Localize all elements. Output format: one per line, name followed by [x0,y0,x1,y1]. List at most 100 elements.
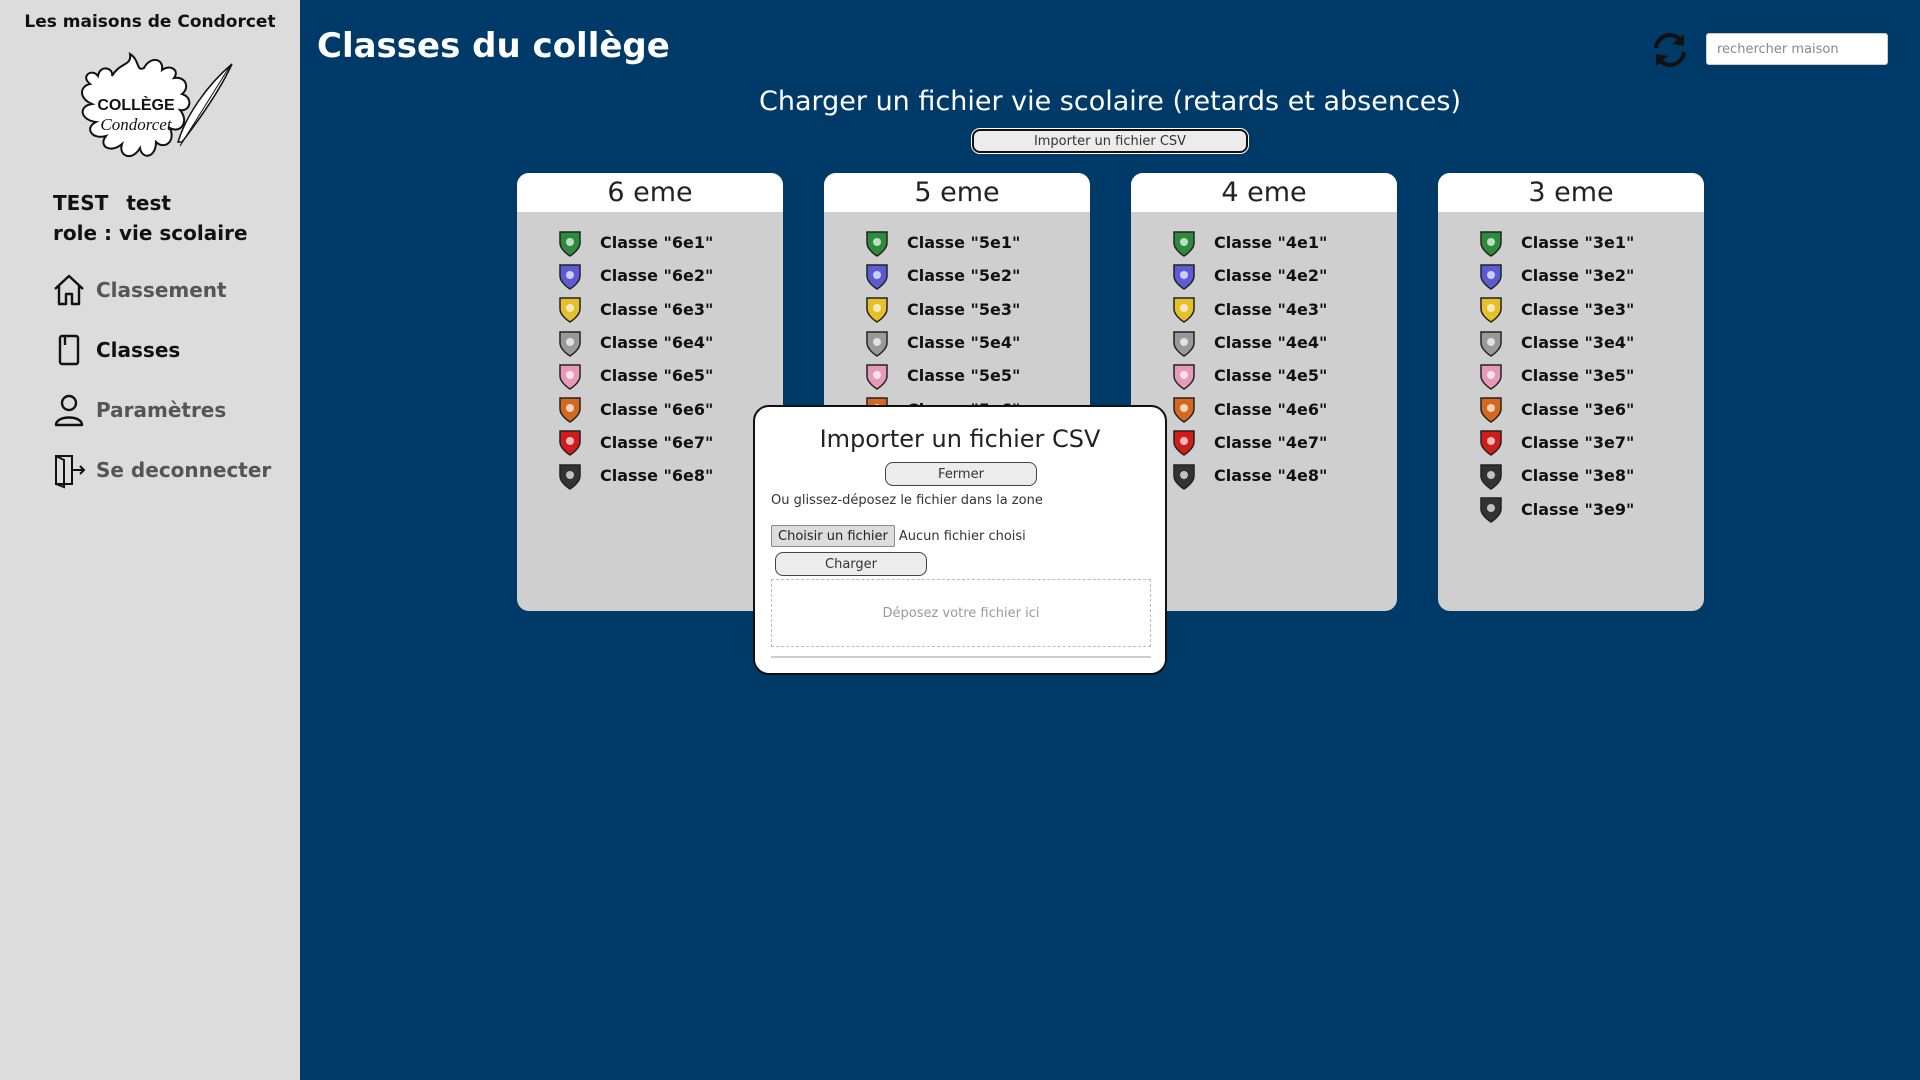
level-title: 5 eme [824,173,1090,212]
class-label: Classe "3e3" [1521,299,1635,319]
class-label: Classe "3e9" [1521,499,1635,519]
class-label: Classe "5e4" [907,333,1021,353]
class-item[interactable]: Classe "4e5" [1131,359,1397,392]
level-card-6eme: 6 eme Classe "6e1" Classe "6e2" Classe "6e… [517,173,783,611]
home-icon [54,274,84,306]
level-card-3eme: 3 eme Classe "3e1" Classe "3e2" Classe "3e… [1438,173,1704,611]
red-cross-crest-icon [555,427,585,457]
class-item[interactable]: Classe "3e1" [1438,226,1704,259]
grey-heraldic-crest-icon [862,328,892,358]
class-label: Classe "5e1" [907,233,1021,253]
search-input[interactable] [1706,33,1888,65]
class-label: Classe "3e4" [1521,333,1635,353]
class-item[interactable]: Classe "3e7" [1438,426,1704,459]
class-item[interactable]: Classe "3e8" [1438,459,1704,492]
modal-title: Importer un fichier CSV [819,425,1101,453]
class-label: Classe "3e7" [1521,432,1635,452]
import-heading: Charger un fichier vie scolaire (retards… [759,86,1461,117]
yellow-lion-crest-icon [1169,294,1199,324]
class-item[interactable]: Classe "3e4" [1438,326,1704,359]
logo-text-condorcet: Condorcet [100,115,172,134]
class-item[interactable]: Classe "5e4" [824,326,1090,359]
dark-creature-crest-icon [555,461,585,491]
class-item[interactable]: Classe "6e3" [517,293,783,326]
class-list: Classe "3e1" Classe "3e2" Classe "3e3" Clas… [1438,212,1704,526]
class-label: Classe "3e8" [1521,466,1635,486]
class-label: Classe "6e2" [600,266,714,286]
blue-eagle-crest-icon [862,261,892,291]
class-item[interactable]: Classe "6e2" [517,259,783,292]
class-item[interactable]: Classe "4e4" [1131,326,1397,359]
nav-item-parametres[interactable]: Paramètres [50,390,226,430]
green-crest-icon [1169,228,1199,258]
drag-hint: Ou glissez-déposez le fichier dans la zo… [771,493,1043,508]
class-label: Classe "4e8" [1214,466,1328,486]
no-file-label: Aucun fichier choisi [898,528,1026,544]
class-item[interactable]: Classe "3e9" [1438,492,1704,525]
dark-creature-crest-icon [1169,461,1199,491]
choose-file-button[interactable]: Choisir un fichier [771,525,895,547]
yellow-lion-crest-icon [555,294,585,324]
class-label: Classe "5e5" [907,366,1021,386]
class-item[interactable]: Classe "5e1" [824,226,1090,259]
class-item[interactable]: Classe "5e3" [824,293,1090,326]
user-name: TEST test [53,191,171,215]
close-button[interactable]: Fermer [885,462,1037,486]
class-label: Classe "4e1" [1214,233,1328,253]
class-item[interactable]: Classe "4e6" [1131,392,1397,425]
class-label: Classe "3e6" [1521,399,1635,419]
import-csv-button[interactable]: Importer un fichier CSV [972,129,1248,153]
green-crest-icon [862,228,892,258]
class-item[interactable]: Classe "6e1" [517,226,783,259]
user-last-name: TEST [53,191,109,215]
class-item[interactable]: Classe "4e2" [1131,259,1397,292]
user-role: role : vie scolaire [53,221,248,245]
class-item[interactable]: Classe "6e5" [517,359,783,392]
class-item[interactable]: Classe "6e4" [517,326,783,359]
green-crest-icon [1476,228,1506,258]
import-csv-modal: Importer un fichier CSV Fermer Ou glisse… [753,405,1167,675]
class-item[interactable]: Classe "3e6" [1438,392,1704,425]
class-label: Classe "5e2" [907,266,1021,286]
class-label: Classe "6e1" [600,233,714,253]
class-item[interactable]: Classe "6e6" [517,392,783,425]
class-item[interactable]: Classe "3e5" [1438,359,1704,392]
user-first-name: test [126,191,171,215]
level-title: 3 eme [1438,173,1704,212]
nav-item-classement[interactable]: Classement [50,270,227,310]
class-label: Classe "6e4" [600,333,714,353]
class-item[interactable]: Classe "6e8" [517,459,783,492]
grey-heraldic-crest-icon [555,328,585,358]
load-button[interactable]: Charger [775,552,927,576]
class-item[interactable]: Classe "3e2" [1438,259,1704,292]
file-input: Choisir un fichier Aucun fichier choisi [771,525,1026,547]
orange-griffin-crest-icon [1476,394,1506,424]
class-item[interactable]: Classe "4e8" [1131,459,1397,492]
drop-zone[interactable]: Déposez votre fichier ici [771,579,1151,647]
class-item[interactable]: Classe "3e3" [1438,293,1704,326]
page-title: Classes du collège [317,26,670,66]
dark-creature-crest-icon [1476,494,1506,524]
nav-label: Classes [96,338,181,362]
blue-eagle-crest-icon [555,261,585,291]
modal-divider [771,656,1151,658]
class-item[interactable]: Classe "5e5" [824,359,1090,392]
class-label: Classe "5e3" [907,299,1021,319]
orange-griffin-crest-icon [1169,394,1199,424]
yellow-lion-crest-icon [862,294,892,324]
nav-item-classes[interactable]: Classes [50,330,180,370]
refresh-icon[interactable] [1648,30,1692,70]
grey-heraldic-crest-icon [1169,328,1199,358]
green-crest-icon [555,228,585,258]
class-item[interactable]: Classe "6e7" [517,426,783,459]
class-item[interactable]: Classe "4e1" [1131,226,1397,259]
nav-item-se-deconnecter[interactable]: Se deconnecter [50,450,271,490]
nav-label: Se deconnecter [96,458,272,482]
class-item[interactable]: Classe "5e2" [824,259,1090,292]
pink-crest-icon [1169,361,1199,391]
class-label: Classe "4e3" [1214,299,1328,319]
class-item[interactable]: Classe "4e7" [1131,426,1397,459]
app-name: Les maisons de Condorcet [24,12,276,32]
class-list: Classe "4e1" Classe "4e2" Classe "4e3" Clas… [1131,212,1397,492]
class-item[interactable]: Classe "4e3" [1131,293,1397,326]
